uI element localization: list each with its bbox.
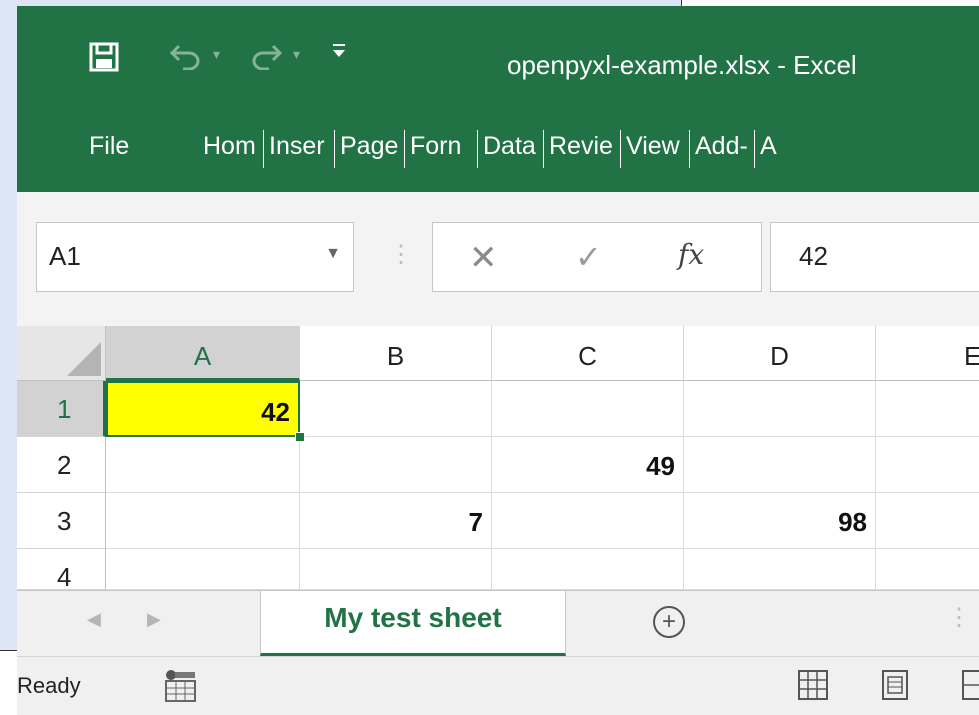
cell-e1[interactable] [876,381,979,437]
tab-review[interactable]: Revie [549,132,613,161]
row-header-3[interactable]: 3 [17,493,106,549]
cell-a1[interactable]: 42 [106,381,300,437]
tab-add-ins[interactable]: Add- [695,132,748,161]
cell-b3[interactable]: 7 [300,493,492,549]
formula-input[interactable]: 42 [770,222,979,292]
column-header-d[interactable]: D [684,326,876,381]
cell-d3[interactable]: 98 [684,493,876,549]
column-header-c[interactable]: C [492,326,684,381]
cell-d4[interactable] [684,549,876,590]
tab-page-layout[interactable]: Page [340,132,398,161]
scroll-sheets-left-icon[interactable]: ◀ [87,609,101,630]
sheet-tab-active[interactable]: My test sheet [260,591,566,656]
insert-function-icon[interactable]: fx [678,238,704,271]
select-all-triangle-icon [67,342,101,376]
page-break-view-icon[interactable] [961,669,979,701]
cell-a2[interactable] [106,437,300,493]
cell-c2[interactable]: 49 [492,437,684,493]
row-header-2[interactable]: 2 [17,437,106,493]
enter-check-icon[interactable]: ✓ [575,238,602,276]
column-header-b[interactable]: B [300,326,492,381]
undo-icon[interactable] [169,42,203,77]
macro-recording-icon[interactable] [163,669,197,703]
cell-c3[interactable] [492,493,684,549]
cancel-icon[interactable]: ✕ [469,238,498,278]
tab-separator [543,130,544,168]
cell-e3[interactable] [876,493,979,549]
name-box[interactable]: A1 ▼ [36,222,354,292]
excel-window: ▾ ▾ openpyxl-example.xlsx - Excel File H… [17,6,979,715]
cell-b1[interactable] [300,381,492,437]
cell-b2[interactable] [300,437,492,493]
status-text: Ready [17,673,81,698]
tab-acrobat[interactable]: A [760,132,777,161]
cell-c1[interactable] [492,381,684,437]
tab-separator [334,130,335,168]
cell-a4[interactable] [106,549,300,590]
tab-view[interactable]: View [626,132,680,161]
row-header-4[interactable]: 4 [17,549,106,592]
column-header-a[interactable]: A [106,326,300,381]
tab-file[interactable]: File [89,132,129,161]
column-header-e[interactable]: E [876,326,979,381]
tab-separator [263,130,264,168]
chevron-down-icon[interactable]: ▼ [325,245,341,263]
customize-toolbar-icon[interactable] [332,40,346,66]
tab-separator [404,130,405,168]
redo-icon[interactable] [249,42,283,77]
title-bar: ▾ ▾ openpyxl-example.xlsx - Excel [17,6,979,114]
tab-separator [477,130,478,168]
tab-insert[interactable]: Inser [269,132,325,161]
cell-e4[interactable] [876,549,979,590]
scroll-sheets-right-icon[interactable]: ▶ [147,609,161,630]
tab-data[interactable]: Data [483,132,536,161]
tab-separator [754,130,755,168]
sheet-tab-bar: ◀ ▶ My test sheet + ⋮ [17,590,979,657]
cell-d1[interactable] [684,381,876,437]
normal-view-icon[interactable] [797,669,829,701]
cell-c4[interactable] [492,549,684,590]
formula-value: 42 [799,241,828,271]
cell-b4[interactable] [300,549,492,590]
row-header-1[interactable]: 1 [17,381,106,437]
cell-d2[interactable] [684,437,876,493]
fill-handle[interactable] [295,432,305,442]
worksheet-grid: A B C D E 1 2 3 4 42 49 7 98 [17,326,979,592]
name-box-value: A1 [49,241,81,271]
redo-dropdown-icon[interactable]: ▾ [293,46,300,63]
select-all-button[interactable] [17,326,106,381]
sheet-bar-splitter-icon[interactable]: ⋮ [947,603,971,632]
tab-home[interactable]: Hom [203,132,256,161]
undo-dropdown-icon[interactable]: ▾ [213,46,220,63]
tab-formulas[interactable]: Forn [410,132,461,161]
formula-bar-grip-icon[interactable]: ⋮ [389,240,413,269]
save-icon[interactable] [89,42,119,79]
window-title: openpyxl-example.xlsx - Excel [507,50,857,80]
tab-separator [620,130,621,168]
cell-a3[interactable] [106,493,300,549]
cell-e2[interactable] [876,437,979,493]
status-bar: Ready [17,656,979,715]
add-sheet-icon[interactable]: + [653,606,685,638]
tab-separator [689,130,690,168]
page-layout-view-icon[interactable] [879,669,911,701]
